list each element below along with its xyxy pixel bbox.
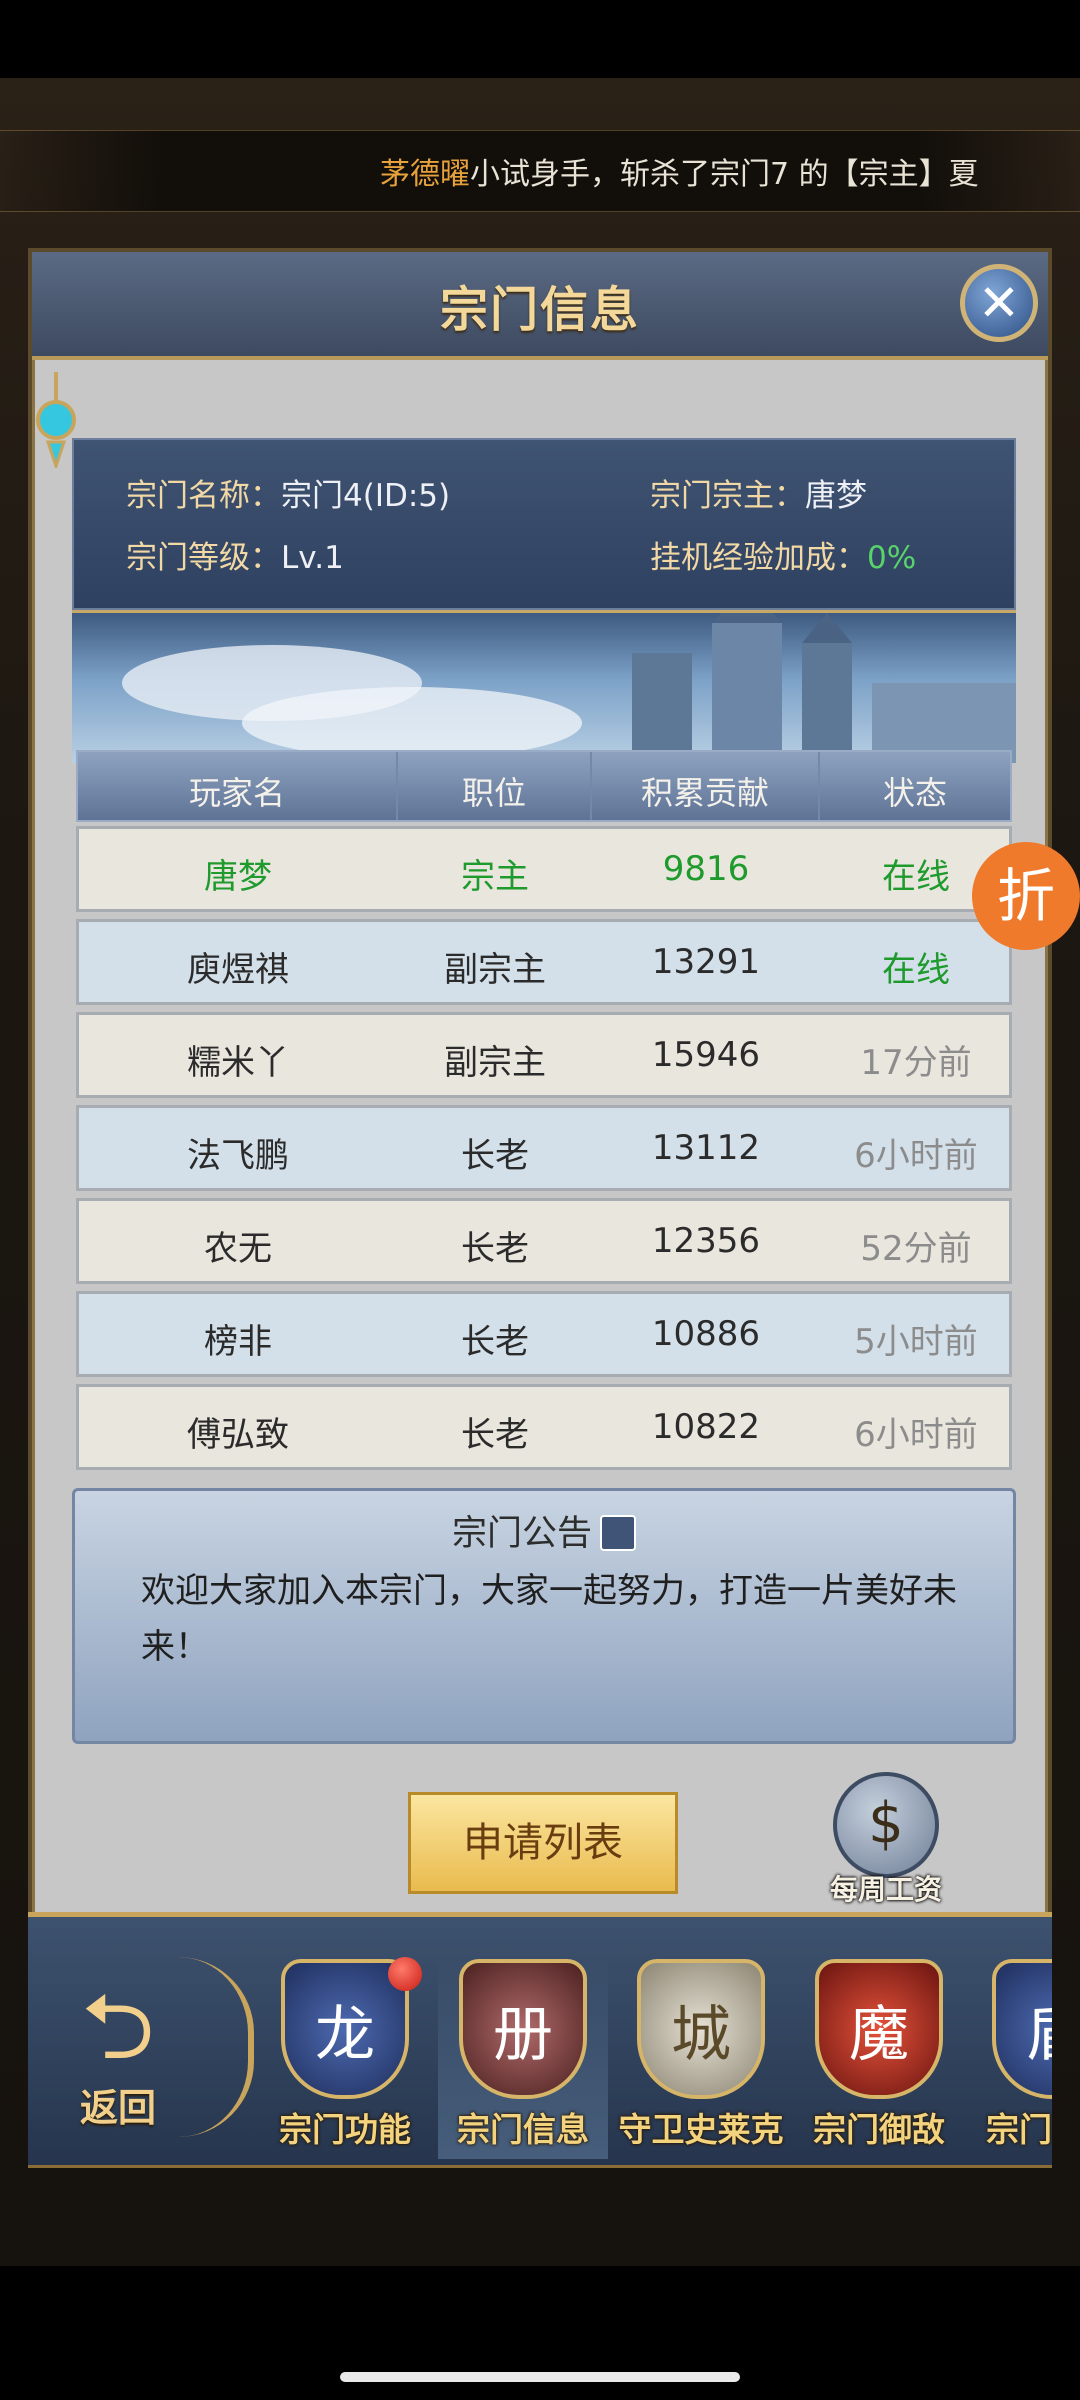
member-contribution: 10886: [651, 1314, 761, 1354]
notification-dot: [388, 1957, 422, 1991]
nav-label: 宗门信息: [457, 2110, 589, 2149]
member-table-header: 玩家名 职位 积累贡献 状态: [76, 750, 1012, 822]
member-contribution: 13291: [651, 942, 761, 982]
castle-icon: 城: [637, 1959, 765, 2099]
panel-title: 宗门信息: [439, 282, 640, 338]
sect-name-label: 宗门名称：: [126, 478, 281, 514]
bottom-navbar: ⮌ 返回 龙 宗门功能 册 宗门信息 城 守卫史莱克 魔 宗门御敌 盾 宗门: [28, 1912, 1052, 2168]
member-row[interactable]: 糯米丫 副宗主 15946 17分前: [76, 1012, 1012, 1098]
member-role: 长老: [461, 1415, 529, 1455]
apply-list-button[interactable]: 申请列表: [408, 1792, 678, 1894]
weekly-salary-label: 每周工资: [829, 1873, 942, 1906]
close-button[interactable]: ✕: [960, 264, 1038, 342]
notice-title: 宗门公告: [75, 1505, 1013, 1556]
gem-ornament-icon: [36, 372, 76, 468]
member-status: 17分前: [860, 1043, 972, 1083]
member-row[interactable]: 庾煜祺 副宗主 13291 在线: [76, 919, 1012, 1005]
panel-titlebar: 宗门信息 ✕: [32, 252, 1048, 360]
sect-summary: 宗门名称：宗门4(ID:5) 宗门宗主：唐梦 宗门等级：Lv.1 挂机经验加成：…: [72, 438, 1016, 610]
home-indicator[interactable]: [340, 2372, 740, 2382]
header-status: 状态: [882, 774, 947, 812]
discount-badge[interactable]: 折: [972, 842, 1080, 950]
money-bag-icon: $: [833, 1772, 939, 1878]
member-name: 傅弘致: [187, 1415, 289, 1455]
member-status: 6小时前: [854, 1136, 978, 1176]
member-role: 宗主: [461, 857, 529, 897]
sect-name-row: 宗门名称：宗门4(ID:5): [126, 470, 450, 515]
nav-label: 宗门功能: [279, 2110, 411, 2149]
sect-level-value: Lv.1: [281, 540, 344, 576]
notice-title-text: 宗门公告: [451, 1514, 592, 1554]
member-name: 农无: [204, 1229, 272, 1269]
ticker-text: 茅德曜小试身手，斩杀了宗门7 的【宗主】夏: [380, 149, 979, 193]
nav-sect-info[interactable]: 册 宗门信息: [438, 1959, 608, 2159]
idle-exp-bonus-row: 挂机经验加成：0%: [650, 532, 916, 577]
close-icon: ✕: [978, 274, 1020, 332]
member-contribution: 12356: [651, 1221, 761, 1261]
member-row[interactable]: 傅弘致 长老 10822 6小时前: [76, 1384, 1012, 1470]
member-name: 榜非: [204, 1322, 272, 1362]
member-contribution: 10822: [651, 1407, 761, 1447]
member-contribution: 13112: [651, 1128, 761, 1168]
member-row[interactable]: 唐梦 宗主 9816 在线: [76, 826, 1012, 912]
nav-sect-defense[interactable]: 魔 宗门御敌: [794, 1959, 964, 2159]
nav-label: 宗门: [986, 2110, 1052, 2149]
sect-info-panel: 宗门信息 ✕ 宗门名称：宗门4(ID:5) 宗门宗主：唐梦 宗门等级：Lv.1 …: [28, 248, 1052, 2096]
castle-banner-image: [72, 610, 1016, 763]
nav-divider-arc: [178, 1957, 254, 2137]
member-status: 5小时前: [854, 1322, 978, 1362]
nav-guard-shrek[interactable]: 城 守卫史莱克: [616, 1959, 786, 2159]
member-row[interactable]: 法飞鹏 长老 13112 6小时前: [76, 1105, 1012, 1191]
sect-name-value: 宗门4(ID:5): [281, 478, 451, 514]
castle-illustration: [122, 613, 1016, 763]
member-role: 长老: [461, 1322, 529, 1362]
member-name: 唐梦: [204, 857, 272, 897]
demon-icon: 魔: [815, 1959, 943, 2099]
member-name: 庾煜祺: [187, 950, 289, 990]
shield-icon: 盾: [992, 1959, 1052, 2099]
member-name: 法飞鹏: [187, 1136, 289, 1176]
member-row[interactable]: 榜非 长老 10886 5小时前: [76, 1291, 1012, 1377]
idle-exp-bonus-label: 挂机经验加成：: [650, 540, 867, 576]
nav-sect-more[interactable]: 盾 宗门: [972, 1959, 1052, 2159]
sect-notice: 宗门公告 欢迎大家加入本宗门，大家一起努力，打造一片美好未来！: [72, 1488, 1016, 1744]
sect-leader-row: 宗门宗主：唐梦: [650, 470, 867, 515]
back-label: 返回: [79, 2086, 156, 2130]
member-role: 长老: [461, 1229, 529, 1269]
member-status: 在线: [882, 950, 950, 990]
notice-body: 欢迎大家加入本宗门，大家一起努力，打造一片美好未来！: [141, 1571, 957, 1667]
header-contribution: 积累贡献: [640, 774, 769, 812]
book-emblem-icon: 册: [459, 1959, 587, 2099]
sect-level-label: 宗门等级：: [126, 540, 281, 576]
nav-sect-functions[interactable]: 龙 宗门功能: [260, 1957, 430, 2159]
member-name: 糯米丫: [187, 1043, 289, 1083]
member-status: 6小时前: [854, 1415, 978, 1455]
member-status: 52分前: [860, 1229, 972, 1269]
member-contribution: 9816: [662, 849, 750, 889]
ticker-player-name: 茅德曜: [380, 157, 470, 192]
ticker-message: 小试身手，斩杀了宗门7 的【宗主】夏: [470, 157, 979, 192]
weekly-salary-button[interactable]: $ 每周工资: [816, 1772, 956, 1912]
member-row[interactable]: 农无 长老 12356 52分前: [76, 1198, 1012, 1284]
nav-label: 宗门御敌: [813, 2110, 945, 2149]
game-area: 茅德曜小试身手，斩杀了宗门7 的【宗主】夏 宗门信息 ✕ 宗门名称：宗门4(ID…: [0, 78, 1080, 2266]
member-role: 副宗主: [444, 950, 546, 990]
header-role: 职位: [461, 774, 526, 812]
member-role: 长老: [461, 1136, 529, 1176]
header-player-name: 玩家名: [188, 774, 285, 812]
nav-label: 守卫史莱克: [618, 2110, 784, 2149]
member-role: 副宗主: [444, 1043, 546, 1083]
broadcast-ticker: 茅德曜小试身手，斩杀了宗门7 的【宗主】夏: [0, 130, 1080, 212]
member-contribution: 15946: [651, 1035, 761, 1075]
back-arrow-icon: ⮌: [81, 1973, 155, 2080]
edit-icon[interactable]: [600, 1515, 636, 1551]
back-button[interactable]: ⮌ 返回: [58, 1977, 178, 2137]
sect-level-row: 宗门等级：Lv.1: [126, 532, 344, 577]
idle-exp-bonus-value: 0%: [867, 540, 917, 576]
sect-leader-label: 宗门宗主：: [650, 478, 805, 514]
sect-leader-value: 唐梦: [805, 478, 867, 514]
